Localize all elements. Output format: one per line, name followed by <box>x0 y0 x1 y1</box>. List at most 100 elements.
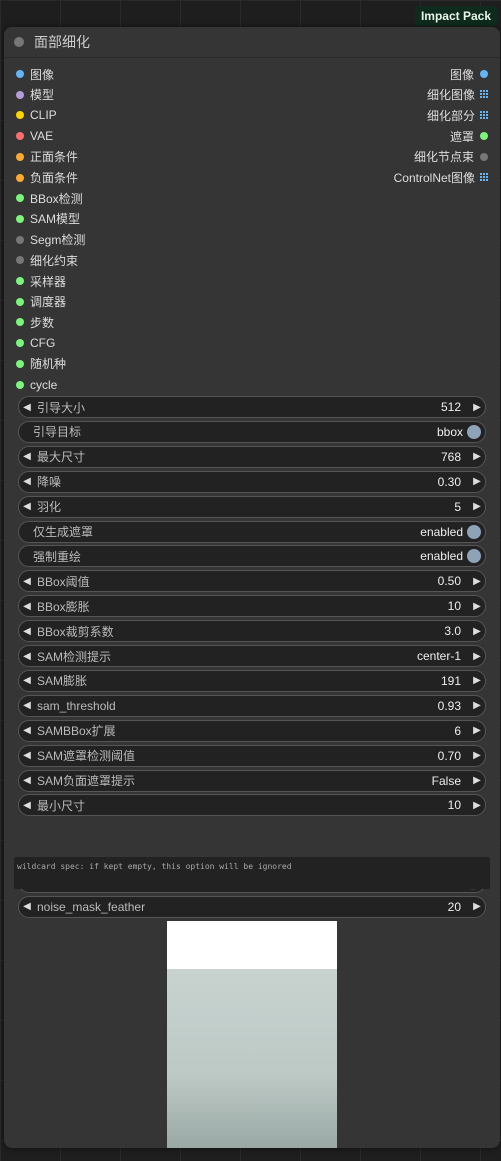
output-slot[interactable]: 遮罩 <box>450 126 494 146</box>
widget-value[interactable]: 10 <box>448 599 469 613</box>
decrement-arrow-icon[interactable]: ◀ <box>19 800 35 811</box>
input-slot[interactable]: 正面条件 <box>10 147 78 167</box>
input-dot-icon[interactable] <box>16 152 24 161</box>
number-widget[interactable]: ◀ sam_threshold 0.93 ▶ <box>18 694 486 717</box>
number-widget[interactable]: ◀ SAM遮罩检测阈值 0.70 ▶ <box>18 744 486 767</box>
increment-arrow-icon[interactable]: ▶ <box>469 451 485 462</box>
increment-arrow-icon[interactable]: ▶ <box>469 576 485 587</box>
output-grid-icon[interactable] <box>480 90 489 99</box>
widget-value[interactable]: 0.30 <box>438 475 469 489</box>
input-dot-icon[interactable] <box>16 194 24 203</box>
input-dot-icon[interactable] <box>16 235 24 244</box>
toggle-widget[interactable]: 仅生成遮罩 enabled <box>18 520 486 543</box>
output-grid-icon[interactable] <box>480 110 489 120</box>
increment-arrow-icon[interactable]: ▶ <box>469 651 485 662</box>
number-widget[interactable]: ◀ SAM检测提示 center-1 ▶ <box>18 645 486 667</box>
decrement-arrow-icon[interactable]: ◀ <box>19 675 35 686</box>
widget-value[interactable]: center-1 <box>417 649 469 663</box>
output-dot-icon[interactable] <box>480 132 488 141</box>
widget-value[interactable]: 768 <box>441 450 469 464</box>
increment-arrow-icon[interactable]: ▶ <box>469 750 485 761</box>
increment-arrow-icon[interactable]: ▶ <box>469 800 485 811</box>
input-slot[interactable]: CLIP <box>10 105 57 125</box>
input-slot[interactable]: Segm检测 <box>10 230 85 250</box>
toggle-knob-icon[interactable] <box>467 524 481 539</box>
input-dot-icon[interactable] <box>16 173 24 182</box>
increment-arrow-icon[interactable]: ▶ <box>469 626 485 637</box>
number-widget[interactable]: ◀ SAM膨胀 191 ▶ <box>18 669 486 692</box>
toggle-knob-icon[interactable] <box>467 549 481 564</box>
input-dot-icon[interactable] <box>16 90 24 99</box>
input-dot-icon[interactable] <box>16 297 24 306</box>
input-slot[interactable]: cycle <box>10 375 57 395</box>
input-dot-icon[interactable] <box>16 339 24 348</box>
input-slot[interactable]: 随机种 <box>10 354 66 374</box>
input-dot-icon[interactable] <box>16 359 24 368</box>
output-slot[interactable]: 图像 <box>450 64 494 84</box>
input-slot[interactable]: 细化约束 <box>10 250 78 270</box>
input-dot-icon[interactable] <box>16 70 24 78</box>
decrement-arrow-icon[interactable]: ◀ <box>19 501 35 512</box>
widget-value[interactable]: 3.0 <box>444 624 469 638</box>
input-slot[interactable]: 调度器 <box>10 292 66 312</box>
decrement-arrow-icon[interactable]: ◀ <box>19 725 35 736</box>
widget-value[interactable]: 512 <box>441 400 469 414</box>
number-widget[interactable]: ◀ BBox裁剪系数 3.0 ▶ <box>18 620 486 643</box>
number-widget[interactable]: ◀ 最小尺寸 10 ▶ <box>18 794 486 817</box>
widget-value[interactable]: 10 <box>448 798 469 812</box>
wildcard-textarea[interactable]: wildcard spec: if kept empty, this optio… <box>14 857 490 889</box>
decrement-arrow-icon[interactable]: ◀ <box>19 626 35 637</box>
input-slot[interactable]: BBox检测 <box>10 188 83 208</box>
widget-value[interactable]: 0.93 <box>438 699 469 713</box>
number-widget[interactable]: ◀ BBox膨胀 10 ▶ <box>18 595 486 618</box>
number-widget[interactable]: ◀ 羽化 5 ▶ <box>18 495 486 518</box>
input-slot[interactable]: 采样器 <box>10 271 66 291</box>
increment-arrow-icon[interactable]: ▶ <box>469 402 485 413</box>
decrement-arrow-icon[interactable]: ◀ <box>19 402 35 413</box>
decrement-arrow-icon[interactable]: ◀ <box>19 601 35 612</box>
increment-arrow-icon[interactable]: ▶ <box>469 501 485 512</box>
output-slot[interactable]: 细化节点束 <box>414 147 494 167</box>
input-slot[interactable]: VAE <box>10 126 53 146</box>
output-slot[interactable]: 细化图像 <box>427 85 494 105</box>
input-dot-icon[interactable] <box>16 132 24 141</box>
toggle-knob-icon[interactable] <box>467 424 481 439</box>
number-widget[interactable]: ◀ SAM负面遮罩提示 False ▶ <box>18 769 486 792</box>
input-dot-icon[interactable] <box>16 111 24 120</box>
increment-arrow-icon[interactable]: ▶ <box>469 901 485 912</box>
output-slot[interactable]: 细化部分 <box>427 105 494 125</box>
number-widget[interactable]: ◀ 引导大小 512 ▶ <box>18 396 486 418</box>
input-slot[interactable]: SAM模型 <box>10 209 80 229</box>
input-dot-icon[interactable] <box>16 318 24 327</box>
decrement-arrow-icon[interactable]: ◀ <box>19 476 35 487</box>
decrement-arrow-icon[interactable]: ◀ <box>19 576 35 587</box>
widget-value[interactable]: 6 <box>454 724 469 738</box>
decrement-arrow-icon[interactable]: ◀ <box>19 451 35 462</box>
input-slot[interactable]: 步数 <box>10 312 54 332</box>
decrement-arrow-icon[interactable]: ◀ <box>19 750 35 761</box>
decrement-arrow-icon[interactable]: ◀ <box>19 651 35 662</box>
input-slot[interactable]: 模型 <box>10 85 54 105</box>
number-widget[interactable]: ◀ 降噪 0.30 ▶ <box>18 470 486 493</box>
increment-arrow-icon[interactable]: ▶ <box>469 476 485 487</box>
decrement-arrow-icon[interactable]: ◀ <box>19 901 35 912</box>
output-dot-icon[interactable] <box>480 70 488 78</box>
output-grid-icon[interactable] <box>480 173 489 182</box>
number-widget[interactable]: ◀ SAMBBox扩展 6 ▶ <box>18 719 486 742</box>
increment-arrow-icon[interactable]: ▶ <box>469 725 485 736</box>
widget-value[interactable]: 0.50 <box>438 574 469 588</box>
widget-value[interactable]: False <box>432 774 469 788</box>
output-dot-icon[interactable] <box>480 152 488 161</box>
increment-arrow-icon[interactable]: ▶ <box>469 675 485 686</box>
widget-value[interactable]: 20 <box>448 900 469 914</box>
input-dot-icon[interactable] <box>16 256 24 265</box>
toggle-widget[interactable]: 引导目标 bbox <box>18 420 486 443</box>
input-slot[interactable]: 图像 <box>10 64 54 84</box>
toggle-widget[interactable]: 强制重绘 enabled <box>18 545 486 568</box>
increment-arrow-icon[interactable]: ▶ <box>469 775 485 786</box>
input-dot-icon[interactable] <box>16 277 24 285</box>
node-title-bar[interactable]: 面部细化 <box>4 27 500 58</box>
output-slot[interactable]: ControlNet图像 <box>394 168 494 188</box>
widget-value[interactable]: 0.70 <box>438 749 469 763</box>
decrement-arrow-icon[interactable]: ◀ <box>19 700 35 711</box>
